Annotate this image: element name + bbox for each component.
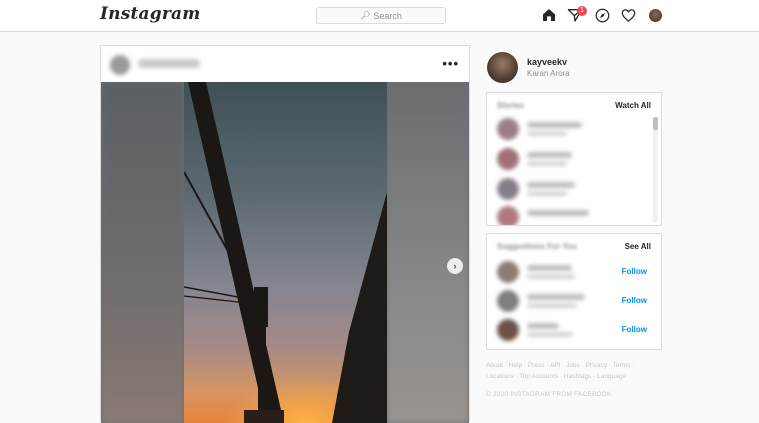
story-avatar xyxy=(497,178,519,200)
stories-scroll-thumb[interactable] xyxy=(653,117,658,130)
explore-icon[interactable] xyxy=(595,8,610,23)
watch-all-link[interactable]: Watch All xyxy=(615,101,651,110)
home-icon[interactable] xyxy=(541,7,557,23)
profile-avatar[interactable] xyxy=(487,52,518,83)
story-username xyxy=(527,182,575,188)
activity-heart-icon[interactable] xyxy=(621,8,636,23)
story-username xyxy=(527,122,582,128)
footer-links-line-2[interactable]: Locations · Top Accounts · Hashtags · La… xyxy=(486,371,656,382)
story-username xyxy=(527,210,589,216)
story-item[interactable] xyxy=(497,118,647,144)
top-nav-bar: Instagram 🔎︎ Search 1 xyxy=(0,0,759,32)
follow-button[interactable]: Follow xyxy=(622,325,647,334)
story-avatar xyxy=(497,148,519,170)
direct-badge: 1 xyxy=(577,6,587,16)
search-input[interactable]: 🔎︎ Search xyxy=(316,7,446,24)
suggestions-card: Suggestions For You See All Follow Follo… xyxy=(486,233,662,350)
search-placeholder: Search xyxy=(373,10,402,21)
story-avatar xyxy=(497,206,519,225)
story-time xyxy=(527,191,567,196)
copyright-text: © 2020 INSTAGRAM FROM FACEBOOK xyxy=(486,391,612,398)
suggestion-avatar[interactable] xyxy=(497,290,519,312)
suggestion-item: Follow xyxy=(497,319,647,345)
follow-button[interactable]: Follow xyxy=(622,296,647,305)
post-header: ••• xyxy=(101,46,469,82)
feed-post: ••• xyxy=(100,45,470,423)
footer-links[interactable]: About · Help · Press · API · Jobs · Priv… xyxy=(486,360,656,382)
suggestion-item: Follow xyxy=(497,261,647,287)
stories-card: Stories Watch All xyxy=(486,92,662,226)
suggestion-reason xyxy=(527,274,575,279)
story-avatar xyxy=(497,118,519,140)
suggestion-username[interactable] xyxy=(527,294,585,300)
stories-title: Stories xyxy=(497,101,525,110)
story-username xyxy=(527,152,572,158)
story-time xyxy=(527,131,567,136)
search-icon: 🔎︎ xyxy=(360,11,371,20)
footer-links-line-1[interactable]: About · Help · Press · API · Jobs · Priv… xyxy=(486,360,656,371)
suggestion-avatar[interactable] xyxy=(497,319,519,341)
story-time xyxy=(527,161,567,166)
suggestion-reason xyxy=(527,303,577,308)
profile-full-name: Karan Arora xyxy=(527,69,570,78)
follow-button[interactable]: Follow xyxy=(622,267,647,276)
story-item[interactable] xyxy=(497,206,647,225)
suggestion-item: Follow xyxy=(497,290,647,316)
post-author-username[interactable] xyxy=(138,59,200,68)
profile-avatar-nav[interactable] xyxy=(649,9,662,22)
story-item[interactable] xyxy=(497,148,647,174)
carousel-next-button[interactable]: › xyxy=(447,258,463,274)
post-photo xyxy=(184,82,387,423)
suggestion-avatar[interactable] xyxy=(497,261,519,283)
media-blur-backdrop-left xyxy=(101,82,184,423)
instagram-logo[interactable]: Instagram xyxy=(100,4,200,24)
suggestion-username[interactable] xyxy=(527,323,559,329)
suggestion-reason xyxy=(527,332,573,337)
stories-scrollbar[interactable] xyxy=(653,117,658,223)
media-blur-backdrop-right xyxy=(386,82,469,423)
post-media[interactable] xyxy=(101,82,469,423)
post-options-icon[interactable]: ••• xyxy=(442,56,459,71)
post-author-avatar[interactable] xyxy=(110,55,130,75)
story-item[interactable] xyxy=(497,178,647,204)
suggestion-username[interactable] xyxy=(527,265,572,271)
see-all-link[interactable]: See All xyxy=(625,242,651,251)
suggestions-title: Suggestions For You xyxy=(497,242,577,251)
profile-username[interactable]: kayveekv xyxy=(527,57,567,67)
